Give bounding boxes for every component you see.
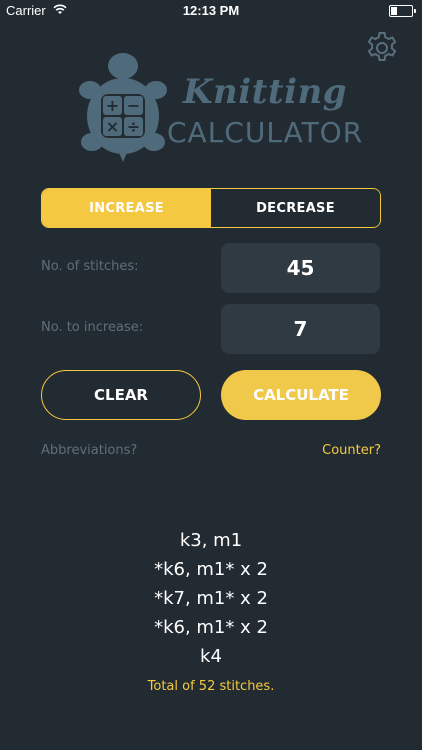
status-bar: Carrier 12:13 PM (0, 0, 422, 22)
results-panel: k3, m1 *k6, m1* x 2 *k7, m1* x 2 *k6, m1… (0, 526, 422, 694)
stitches-input[interactable]: 45 (221, 243, 380, 293)
result-line: *k6, m1* x 2 (154, 559, 268, 580)
battery-icon (389, 5, 416, 17)
result-total: Total of 52 stitches. (147, 679, 275, 694)
result-line: k3, m1 (179, 530, 243, 551)
logo-title-calculator: CALCULATOR (167, 116, 364, 149)
plus-symbol: + (106, 96, 119, 115)
calculate-button[interactable]: CALCULATE (221, 370, 381, 420)
clear-button[interactable]: CLEAR (41, 370, 201, 420)
times-symbol: × (106, 117, 119, 136)
increase-tab[interactable]: INCREASE (42, 189, 211, 227)
stitches-label: No. of stitches: (41, 259, 139, 274)
increase-count-label: No. to increase: (41, 320, 144, 335)
gear-icon[interactable] (364, 30, 400, 66)
abbreviations-link[interactable]: Abbreviations? (41, 443, 137, 458)
minus-symbol: − (127, 96, 140, 115)
decrease-tab[interactable]: DECREASE (211, 189, 380, 227)
result-line: *k7, m1* x 2 (154, 588, 268, 609)
clock: 12:13 PM (182, 3, 240, 18)
mode-toggle: INCREASE DECREASE (41, 188, 381, 228)
result-line: *k6, m1* x 2 (154, 617, 268, 638)
increase-count-input[interactable]: 7 (221, 304, 380, 354)
counter-link[interactable]: Counter? (322, 443, 381, 458)
divide-symbol: ÷ (127, 117, 140, 136)
logo-title-knitting: Knitting (183, 72, 348, 112)
turtle-calculator-icon: + − × ÷ (79, 53, 167, 162)
result-line: k4 (200, 646, 222, 667)
